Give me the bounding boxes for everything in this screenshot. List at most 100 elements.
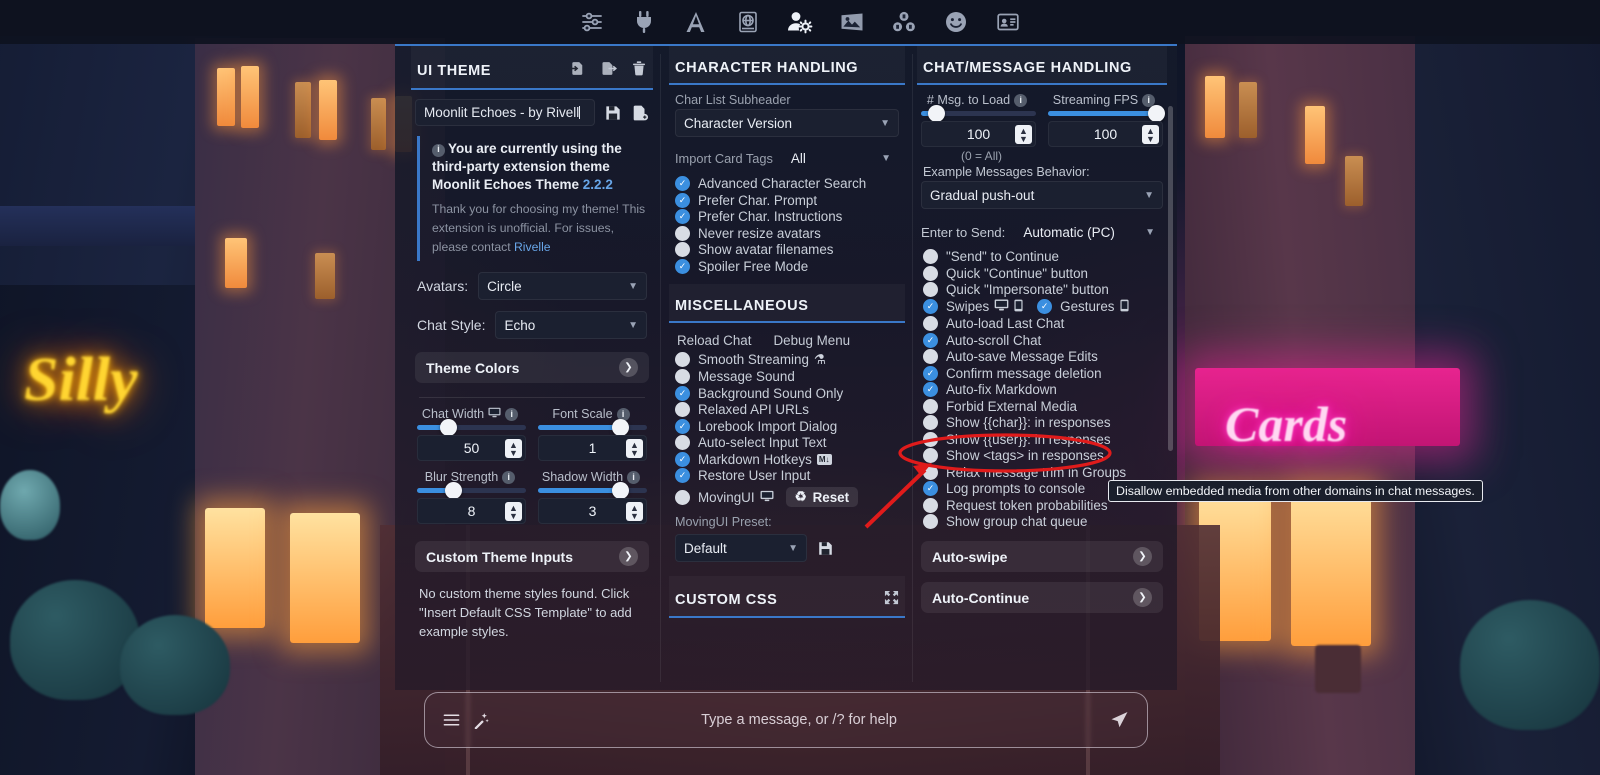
theme-author-link[interactable]: Rivelle [514, 240, 551, 254]
streaming-fps-track[interactable] [1048, 105, 1166, 122]
checkbox-confirm-message-deletion[interactable]: ✓ Confirm message deletion [923, 365, 1161, 381]
auto-swipe-drawer[interactable]: Auto-swipe ❯ [921, 541, 1163, 572]
info-icon[interactable]: i [1014, 93, 1028, 107]
character-card-icon[interactable] [982, 0, 1034, 44]
checkbox-movingui[interactable]: MovingUI ♻ Reset [675, 487, 899, 507]
checkbox-prefer-char-instructions[interactable]: ✓ Prefer Char. Instructions [675, 209, 899, 224]
info-icon[interactable]: i [502, 470, 516, 484]
movingui-preset-select[interactable]: Default ▼ [675, 534, 807, 562]
hamburger-icon[interactable] [443, 713, 460, 727]
shadow-width-track[interactable] [538, 482, 647, 499]
checkbox-spoiler-free-mode[interactable]: ✓ Spoiler Free Mode [675, 258, 899, 274]
info-icon[interactable]: i [627, 470, 641, 484]
send-icon[interactable] [1109, 710, 1129, 730]
checkbox-auto-save-message-edits[interactable]: Auto-save Message Edits [923, 349, 1161, 364]
checkbox-swipes[interactable]: ✓ Swipes ✓ Gestures [923, 299, 1161, 315]
checkbox-forbid-external-media[interactable]: Forbid External Media [923, 398, 1161, 414]
info-icon[interactable]: i [505, 407, 519, 421]
chat-style-select[interactable]: Echo ▼ [495, 311, 647, 339]
magic-wand-icon[interactable] [472, 712, 489, 729]
chat-width-track[interactable] [417, 419, 526, 436]
plug-icon[interactable] [618, 0, 670, 44]
stepper-icon[interactable]: ▲ ▼ [505, 439, 522, 458]
chat-input-placeholder[interactable]: Type a message, or /? for help [501, 712, 1097, 728]
checkbox-never-resize-avatars[interactable]: Never resize avatars [675, 225, 899, 241]
auto-continue-drawer[interactable]: Auto-Continue ❯ [921, 582, 1163, 613]
blur-strength-track[interactable] [417, 482, 526, 499]
checkbox-icon: ✓ [675, 418, 690, 434]
checkbox-relaxed-api-urls[interactable]: Relaxed API URLs [675, 402, 899, 417]
custom-theme-note: No custom theme styles found. Click "Ins… [419, 586, 632, 639]
checkbox-show-user-in-responses[interactable]: Show {{user}}: in responses [923, 431, 1161, 447]
checkbox-show-avatar-filenames[interactable]: Show avatar filenames [675, 242, 899, 257]
msg-to-load-track[interactable] [921, 105, 1036, 122]
save-theme-icon[interactable] [604, 104, 622, 122]
avatars-select[interactable]: Circle ▼ [478, 272, 647, 300]
smiley-icon[interactable] [930, 0, 982, 44]
checkbox-icon [923, 316, 938, 331]
save-preset-icon[interactable] [817, 540, 834, 557]
expand-editor-icon[interactable] [884, 590, 899, 609]
checkbox-show-group-chat-queue[interactable]: Show group chat queue [923, 514, 1161, 529]
import-theme-icon[interactable] [569, 60, 586, 81]
user-settings-icon[interactable] [774, 0, 826, 44]
delete-theme-icon[interactable] [631, 60, 647, 81]
checkbox-auto-load-last-chat[interactable]: Auto-load Last Chat [923, 316, 1161, 331]
checkbox-restore-user-input[interactable]: ✓ Restore User Input [675, 468, 899, 483]
checkbox-auto-select-input-text[interactable]: Auto-select Input Text [675, 435, 899, 450]
msg-to-load-number[interactable]: 100 ▲ ▼ [921, 121, 1036, 147]
panel-scrollbar[interactable] [1168, 106, 1173, 451]
checkbox-quick-continue-button[interactable]: Quick "Continue" button [923, 265, 1161, 281]
chat-width-number[interactable]: 50 ▲ ▼ [417, 435, 526, 461]
stepper-icon[interactable]: ▲ ▼ [626, 502, 643, 521]
sliders-icon[interactable] [566, 0, 618, 44]
new-theme-icon[interactable] [631, 104, 649, 122]
custom-theme-inputs-drawer[interactable]: Custom Theme Inputs ❯ [415, 541, 649, 572]
checkbox-icon [923, 415, 938, 430]
stepper-icon[interactable]: ▲ ▼ [505, 502, 522, 521]
worldinfo-icon[interactable] [722, 0, 774, 44]
theme-colors-drawer[interactable]: Theme Colors ❯ [415, 352, 649, 383]
streaming-fps-number[interactable]: 100 ▲ ▼ [1048, 121, 1163, 147]
shadow-width-number[interactable]: 3 ▲ ▼ [538, 498, 647, 524]
label-text: Streaming FPS [1052, 93, 1139, 107]
movingui-reset-button[interactable]: ♻ Reset [785, 487, 859, 507]
gestures-checkbox-icon[interactable]: ✓ [1037, 299, 1053, 314]
checkbox-smooth-streaming[interactable]: Smooth Streaming ⚗ [675, 352, 899, 368]
reload-chat-link[interactable]: Reload Chat [677, 333, 751, 348]
checkbox-send-to-continue[interactable]: "Send" to Continue [923, 249, 1161, 264]
checkbox-prefer-char-prompt[interactable]: ✓ Prefer Char. Prompt [675, 192, 899, 208]
stepper-icon[interactable]: ▲ ▼ [626, 439, 643, 458]
checkbox-relax-message-trim-groups[interactable]: Relax message trim in Groups [923, 464, 1161, 480]
example-behavior-select[interactable]: Gradual push-out ▼ [921, 181, 1163, 209]
checkbox-advanced-character-search[interactable]: ✓ Advanced Character Search [675, 176, 899, 191]
phone-icon [1119, 299, 1129, 315]
checkbox-lorebook-import-dialog[interactable]: ✓ Lorebook Import Dialog [675, 418, 899, 434]
checkbox-quick-impersonate-button[interactable]: Quick "Impersonate" button [923, 282, 1161, 297]
stepper-icon[interactable]: ▲ ▼ [1142, 125, 1159, 144]
checkbox-icon: ✓ [675, 258, 690, 274]
font-scale-number[interactable]: 1 ▲ ▼ [538, 435, 647, 461]
checkbox-icon [923, 249, 938, 264]
checkbox-message-sound[interactable]: Message Sound [675, 369, 899, 384]
checkbox-markdown-hotkeys[interactable]: ✓ Markdown Hotkeys M↓ [675, 451, 899, 467]
checkbox-auto-fix-markdown[interactable]: ✓ Auto-fix Markdown [923, 382, 1161, 397]
debug-menu-link[interactable]: Debug Menu [773, 333, 850, 348]
char-list-subheader-select[interactable]: Character Version ▼ [675, 109, 899, 137]
image-icon[interactable] [826, 0, 878, 44]
blur-strength-number[interactable]: 8 ▲ ▼ [417, 498, 526, 524]
extensions-icon[interactable] [878, 0, 930, 44]
font-a-icon[interactable] [670, 0, 722, 44]
export-theme-icon[interactable] [600, 60, 617, 81]
checkbox-show-tags-in-responses[interactable]: Show <tags> in responses [923, 448, 1161, 463]
checkbox-show-char-in-responses[interactable]: Show {{char}}: in responses [923, 415, 1161, 430]
avatars-row: Avatars: Circle ▼ [417, 272, 647, 300]
checkbox-auto-scroll-chat[interactable]: ✓ Auto-scroll Chat [923, 332, 1161, 348]
checkbox-background-sound-only[interactable]: ✓ Background Sound Only [675, 385, 899, 401]
enter-to-send-select[interactable]: Automatic (PC) ▼ [1015, 218, 1163, 246]
theme-name-input[interactable]: Moonlit Echoes - by Rivell [415, 99, 595, 126]
movingui-preset-value: Default [684, 540, 727, 556]
font-scale-track[interactable] [538, 419, 647, 436]
import-card-tags-select[interactable]: All ▼ [783, 144, 899, 172]
stepper-icon[interactable]: ▲ ▼ [1015, 125, 1032, 144]
